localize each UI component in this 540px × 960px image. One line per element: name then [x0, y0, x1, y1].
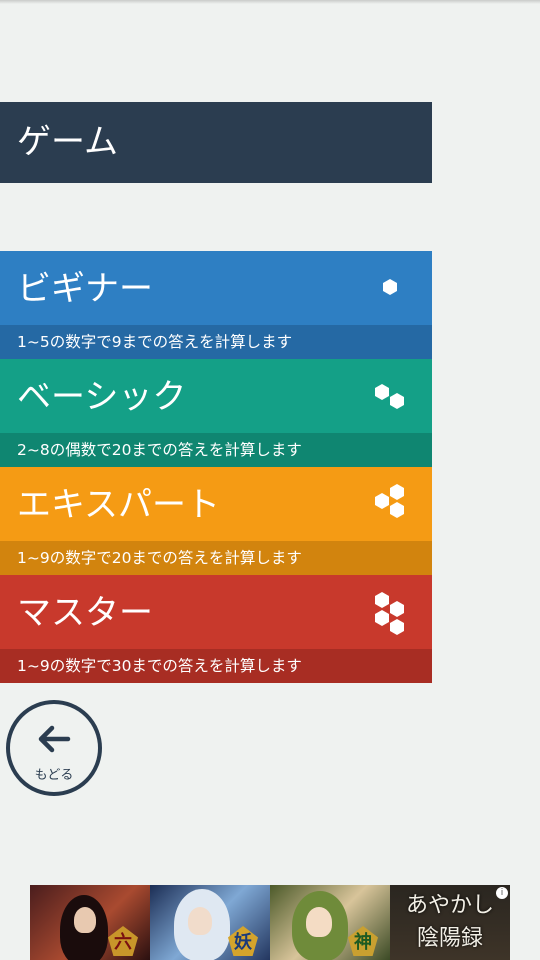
level-expert[interactable]: エキスパート 1~9の数字で20までの答えを計算します [0, 467, 432, 575]
level-description: 1~9の数字で20までの答えを計算します [0, 541, 432, 575]
top-shadow [0, 0, 540, 4]
hexagon-2-icon [375, 384, 404, 409]
level-expert-main[interactable]: エキスパート [0, 467, 432, 541]
arrow-left-icon [38, 725, 71, 753]
ad-badge: 妖 [228, 926, 258, 956]
ad-title-line1: あやかし [405, 893, 494, 918]
level-title: マスター [17, 593, 153, 633]
level-description: 1~9の数字で30までの答えを計算します [0, 649, 432, 683]
ad-logo: あやかし 陰陽録 [398, 889, 502, 955]
level-master-main[interactable]: マスター [0, 575, 432, 649]
hexagon-1-icon [383, 279, 397, 295]
level-description: 2~8の偶数で20までの答えを計算します [0, 433, 432, 467]
level-beginner-main[interactable]: ビギナー [0, 251, 432, 325]
ad-badge: 神 [348, 926, 378, 956]
page-title: ゲーム [0, 102, 432, 183]
hexagon-3-icon [375, 484, 404, 518]
back-button-label: もどる [34, 768, 74, 783]
ad-banner[interactable]: 六 妖 神 あやかし 陰陽録 i [30, 885, 510, 960]
back-button[interactable]: もどる [6, 700, 102, 796]
ad-badge: 六 [108, 926, 138, 956]
level-master[interactable]: マスター 1~9の数字で30までの答えを計算します [0, 575, 432, 683]
ad-title-line2: 陰陽録 [416, 926, 483, 951]
ad-character-panel: 妖 [150, 885, 270, 960]
level-basic[interactable]: ベーシック 2~8の偶数で20までの答えを計算します [0, 359, 432, 467]
info-icon[interactable]: i [496, 887, 508, 899]
level-title: ビギナー [17, 269, 153, 309]
level-title: エキスパート [17, 485, 220, 525]
ad-character-panel: 神 [270, 885, 390, 960]
ad-logo-panel: あやかし 陰陽録 i [390, 885, 510, 960]
ad-character-panel: 六 [30, 885, 150, 960]
hexagon-4-icon [375, 592, 404, 635]
level-beginner[interactable]: ビギナー 1~5の数字で9までの答えを計算します [0, 251, 432, 359]
level-basic-main[interactable]: ベーシック [0, 359, 432, 433]
level-title: ベーシック [17, 377, 187, 417]
level-description: 1~5の数字で9までの答えを計算します [0, 325, 432, 359]
